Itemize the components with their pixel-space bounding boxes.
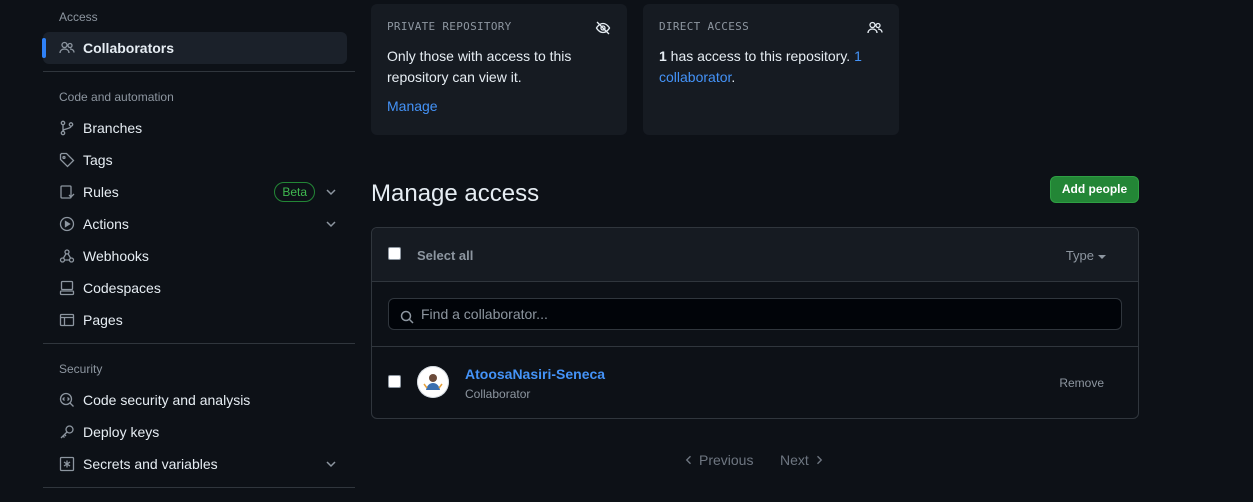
sidebar-item-tags[interactable]: Tags	[43, 144, 347, 176]
code-automation-group-title: Code and automation	[59, 90, 174, 104]
sidebar-item-branches[interactable]: Branches	[43, 112, 347, 144]
sidebar-item-code-security[interactable]: Code security and analysis	[43, 384, 347, 416]
collaborators-list: Select all Type AtoosaNasiri-Seneca Coll…	[371, 227, 1139, 419]
search-icon	[399, 309, 415, 325]
sidebar-item-label: Webhooks	[83, 248, 149, 264]
sidebar-item-label: Codespaces	[83, 280, 161, 296]
access-count: 1	[659, 48, 667, 64]
sidebar-item-webhooks[interactable]: Webhooks	[43, 240, 347, 272]
beta-badge: Beta	[274, 182, 315, 202]
previous-label: Previous	[699, 452, 754, 468]
collaborator-name-link[interactable]: AtoosaNasiri-Seneca	[465, 366, 605, 382]
type-filter-label: Type	[1065, 248, 1094, 263]
select-all-checkbox[interactable]	[388, 247, 401, 260]
branch-icon	[59, 120, 75, 136]
list-item: AtoosaNasiri-Seneca Collaborator Remove	[372, 347, 1138, 417]
chevron-left-icon	[685, 455, 691, 465]
sidebar-item-secrets[interactable]: Secrets and variables	[43, 448, 347, 480]
chevron-down-icon[interactable]	[323, 216, 339, 232]
sidebar-item-label: Deploy keys	[83, 424, 160, 440]
next-page-button[interactable]: Next	[780, 452, 825, 468]
chevron-right-icon	[816, 455, 823, 465]
tag-icon	[59, 152, 75, 168]
card-description: 1 has access to this repository. 1 colla…	[659, 46, 883, 88]
previous-page-button[interactable]: Previous	[683, 452, 753, 468]
codespaces-icon	[59, 280, 75, 296]
card-title: DIRECT ACCESS	[659, 20, 749, 33]
browser-icon	[59, 312, 75, 328]
direct-access-card: DIRECT ACCESS 1 has access to this repos…	[643, 4, 899, 135]
type-filter-dropdown[interactable]: Type	[1066, 248, 1106, 263]
eye-closed-icon	[595, 20, 611, 36]
secret-icon	[59, 456, 75, 472]
add-people-button[interactable]: Add people	[1050, 176, 1139, 203]
sidebar-item-collaborators[interactable]: Collaborators	[42, 32, 347, 64]
people-icon	[59, 40, 75, 56]
list-header: Select all Type	[372, 228, 1138, 282]
manage-visibility-link[interactable]: Manage	[387, 98, 438, 114]
sidebar-item-actions[interactable]: Actions	[43, 208, 347, 240]
sidebar-item-label: Code security and analysis	[83, 392, 251, 408]
avatar[interactable]	[417, 366, 449, 398]
sidebar-item-deploy-keys[interactable]: Deploy keys	[43, 416, 347, 448]
access-text: has access to this repository.	[666, 48, 855, 64]
next-label: Next	[780, 452, 809, 468]
select-all-label: Select all	[417, 248, 474, 263]
security-group-title: Security	[59, 362, 103, 376]
chevron-down-icon[interactable]	[323, 184, 339, 200]
sidebar-item-rules[interactable]: Rules Beta	[43, 176, 347, 208]
play-circle-icon	[59, 216, 75, 232]
sidebar-item-label: Secrets and variables	[83, 456, 218, 472]
sidebar-divider	[43, 343, 355, 344]
punctuation: .	[731, 69, 736, 85]
sidebar-item-label: Pages	[83, 312, 123, 328]
search-row	[372, 282, 1138, 347]
collaborator-checkbox[interactable]	[388, 375, 401, 388]
codescan-icon	[59, 392, 75, 408]
sidebar-item-label: Collaborators	[83, 40, 175, 56]
sidebar-divider	[43, 71, 355, 72]
sidebar-item-label: Rules	[83, 184, 119, 200]
sidebar-item-label: Actions	[83, 216, 129, 232]
sidebar-item-codespaces[interactable]: Codespaces	[43, 272, 347, 304]
card-title: PRIVATE REPOSITORY	[387, 20, 512, 33]
access-group-title: Access	[59, 10, 98, 24]
sidebar-item-pages[interactable]: Pages	[43, 304, 347, 336]
caret-down-icon	[1098, 254, 1106, 259]
page-title: Manage access	[371, 180, 540, 207]
private-repository-card: PRIVATE REPOSITORY Only those with acces…	[371, 4, 627, 135]
webhook-icon	[59, 248, 75, 264]
collaborator-role: Collaborator	[465, 387, 531, 401]
remove-button[interactable]: Remove	[1059, 376, 1104, 390]
search-input[interactable]	[388, 298, 1122, 330]
key-icon	[59, 424, 75, 440]
rules-icon	[59, 184, 75, 200]
sidebar-divider	[43, 487, 355, 488]
sidebar-item-label: Branches	[83, 120, 143, 136]
chevron-down-icon[interactable]	[323, 456, 339, 472]
card-description: Only those with access to this repositor…	[387, 48, 572, 85]
people-icon	[867, 20, 883, 36]
sidebar-item-label: Tags	[83, 152, 113, 168]
